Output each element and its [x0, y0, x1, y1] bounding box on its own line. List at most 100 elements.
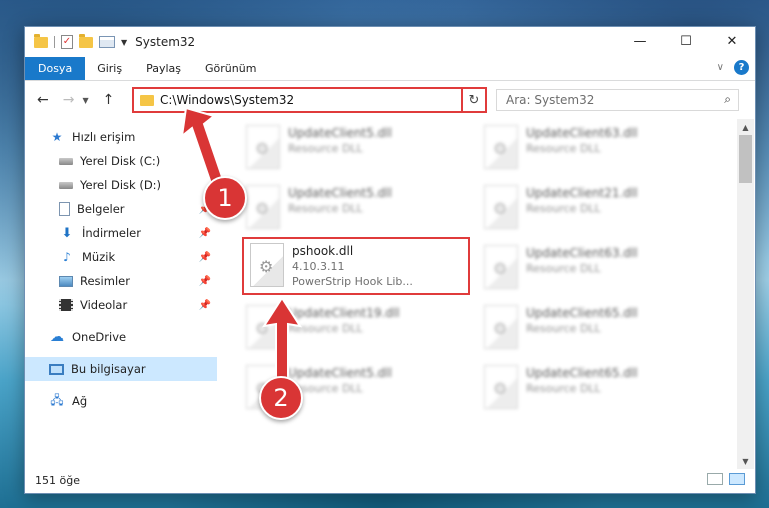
sidebar-item-videos[interactable]: Videolar 📌: [25, 293, 217, 317]
ribbon-tabs: Dosya Giriş Paylaş Görünüm ∨ ?: [25, 57, 755, 81]
sidebar-item-downloads[interactable]: ⬇ İndirmeler 📌: [25, 221, 217, 245]
back-arrow-icon[interactable]: ←: [37, 92, 49, 108]
pin-icon[interactable]: 📌: [199, 276, 211, 287]
sidebar-item-label: Bu bilgisayar: [71, 362, 146, 376]
file-explorer-window: ✓ ▼ System32 — ☐ ✕ Dosya Giriş Paylaş Gö…: [24, 26, 756, 494]
window-title: System32: [135, 35, 196, 49]
step-badge-1: 1: [203, 176, 247, 220]
dll-file-icon: [250, 243, 284, 287]
sidebar-item-label: Ağ: [72, 394, 88, 408]
sidebar-item-label: OneDrive: [72, 330, 127, 344]
this-pc-icon: [49, 363, 64, 375]
navigation-bar: ← → ▼ ↑ C:\Windows\System32 ∨ ↻ Ara: Sys…: [25, 81, 755, 119]
pin-icon[interactable]: 📌: [199, 300, 211, 311]
file-description: Resource DLL: [288, 202, 363, 215]
target-dll-file[interactable]: pshook.dll 4.10.3.11 PowerStrip Hook Lib…: [242, 237, 470, 295]
file-name: UpdateClient65.dll: [526, 306, 638, 320]
pictures-icon: [59, 275, 73, 287]
sidebar-item-onedrive[interactable]: ☁ OneDrive: [25, 325, 217, 349]
view-properties-icon[interactable]: [99, 36, 115, 48]
search-box[interactable]: Ara: System32 ⌕: [496, 89, 739, 111]
pin-icon[interactable]: 📌: [199, 228, 211, 239]
file-description: Resource DLL: [526, 382, 601, 395]
file-name: UpdateClient63.dll: [526, 126, 638, 140]
refresh-button[interactable]: ↻: [461, 87, 487, 113]
tab-view[interactable]: Görünüm: [193, 57, 268, 80]
scroll-thumb[interactable]: [739, 135, 752, 183]
sidebar-item-label: Resimler: [80, 274, 130, 288]
minimize-button[interactable]: —: [617, 27, 663, 55]
close-button[interactable]: ✕: [709, 27, 755, 55]
list-item[interactable]: UpdateClient21.dll Resource DLL: [478, 181, 708, 235]
list-item[interactable]: UpdateClient63.dll Resource DLL: [478, 121, 708, 175]
up-arrow-icon[interactable]: ↑: [103, 92, 115, 108]
status-bar: 151 öğe: [25, 467, 755, 493]
customize-toolbar-chevron-icon[interactable]: ▼: [121, 38, 127, 47]
forward-arrow-icon[interactable]: →: [63, 92, 75, 108]
toolbar-separator: [54, 36, 55, 48]
scroll-up-icon[interactable]: ▲: [737, 119, 754, 135]
expand-ribbon-chevron-icon[interactable]: ∨: [717, 62, 724, 73]
documents-icon: [59, 202, 70, 216]
file-version: 4.10.3.11: [292, 260, 345, 273]
drive-icon: [59, 157, 73, 165]
list-item[interactable]: UpdateClient65.dll Resource DLL: [478, 361, 708, 415]
sidebar-item-label: Müzik: [82, 250, 116, 264]
sidebar-item-label: Yerel Disk (D:): [80, 178, 162, 192]
tab-share[interactable]: Paylaş: [134, 57, 193, 80]
file-name: UpdateClient21.dll: [526, 186, 638, 200]
file-description: PowerStrip Hook Lib...: [292, 275, 413, 288]
tab-file[interactable]: Dosya: [25, 57, 86, 80]
sidebar-item-music[interactable]: ♪ Müzik 📌: [25, 245, 217, 269]
sidebar-item-network[interactable]: 🖧 Ağ: [25, 389, 217, 413]
tiles-view-icon[interactable]: [729, 473, 745, 485]
list-item[interactable]: UpdateClient65.dll Resource DLL: [478, 301, 708, 355]
details-view-icon[interactable]: [707, 473, 723, 485]
new-folder-icon[interactable]: [79, 33, 93, 48]
search-placeholder: Ara: System32: [506, 93, 595, 107]
pin-icon[interactable]: 📌: [199, 252, 211, 263]
sidebar-item-pictures[interactable]: Resimler 📌: [25, 269, 217, 293]
file-name: UpdateClient65.dll: [526, 366, 638, 380]
dll-file-icon: [484, 185, 518, 229]
file-description: Resource DLL: [526, 202, 601, 215]
tab-home[interactable]: Giriş: [85, 57, 134, 80]
onedrive-icon: ☁: [50, 329, 64, 345]
file-description: Resource DLL: [288, 142, 363, 155]
file-description: Resource DLL: [288, 382, 363, 395]
drive-icon: [59, 181, 73, 189]
file-name: pshook.dll: [292, 244, 354, 258]
quick-access-toolbar: ✓ ▼: [25, 33, 127, 49]
sidebar-item-label: Yerel Disk (C:): [80, 154, 161, 168]
folder-icon: [34, 33, 48, 48]
file-description: Resource DLL: [526, 142, 601, 155]
file-description: Resource DLL: [288, 322, 363, 335]
ribbon-right: ∨ ?: [717, 60, 749, 75]
title-bar: ✓ ▼ System32 — ☐ ✕: [25, 27, 755, 57]
main-area: ★ Hızlı erişim Yerel Disk (C:) Yerel Dis…: [25, 119, 755, 469]
window-controls: — ☐ ✕: [617, 27, 755, 55]
help-icon[interactable]: ?: [734, 60, 749, 75]
list-item[interactable]: UpdateClient5.dll Resource DLL: [240, 181, 470, 235]
maximize-button[interactable]: ☐: [663, 27, 709, 55]
properties-check-icon[interactable]: ✓: [61, 35, 73, 49]
file-description: Resource DLL: [526, 262, 601, 275]
star-icon: ★: [51, 130, 63, 144]
dll-file-icon: [246, 125, 280, 169]
list-item[interactable]: UpdateClient63.dll Resource DLL: [478, 241, 708, 295]
step-badge-2: 2: [259, 376, 303, 420]
sidebar-item-this-pc[interactable]: Bu bilgisayar: [25, 357, 217, 381]
sidebar-item-label: Videolar: [80, 298, 128, 312]
recent-locations-chevron-icon[interactable]: ▼: [82, 96, 88, 105]
download-icon: ⬇: [61, 225, 73, 241]
nav-buttons: ← → ▼ ↑: [25, 92, 114, 108]
file-name: UpdateClient63.dll: [526, 246, 638, 260]
dll-file-icon: [246, 185, 280, 229]
file-name: UpdateClient5.dll: [288, 126, 392, 140]
dll-file-icon: [484, 305, 518, 349]
list-item[interactable]: UpdateClient5.dll Resource DLL: [240, 121, 470, 175]
vertical-scrollbar[interactable]: ▲ ▼: [737, 119, 754, 469]
file-name: UpdateClient5.dll: [288, 186, 392, 200]
music-icon: ♪: [63, 250, 71, 264]
search-icon[interactable]: ⌕: [724, 92, 731, 107]
